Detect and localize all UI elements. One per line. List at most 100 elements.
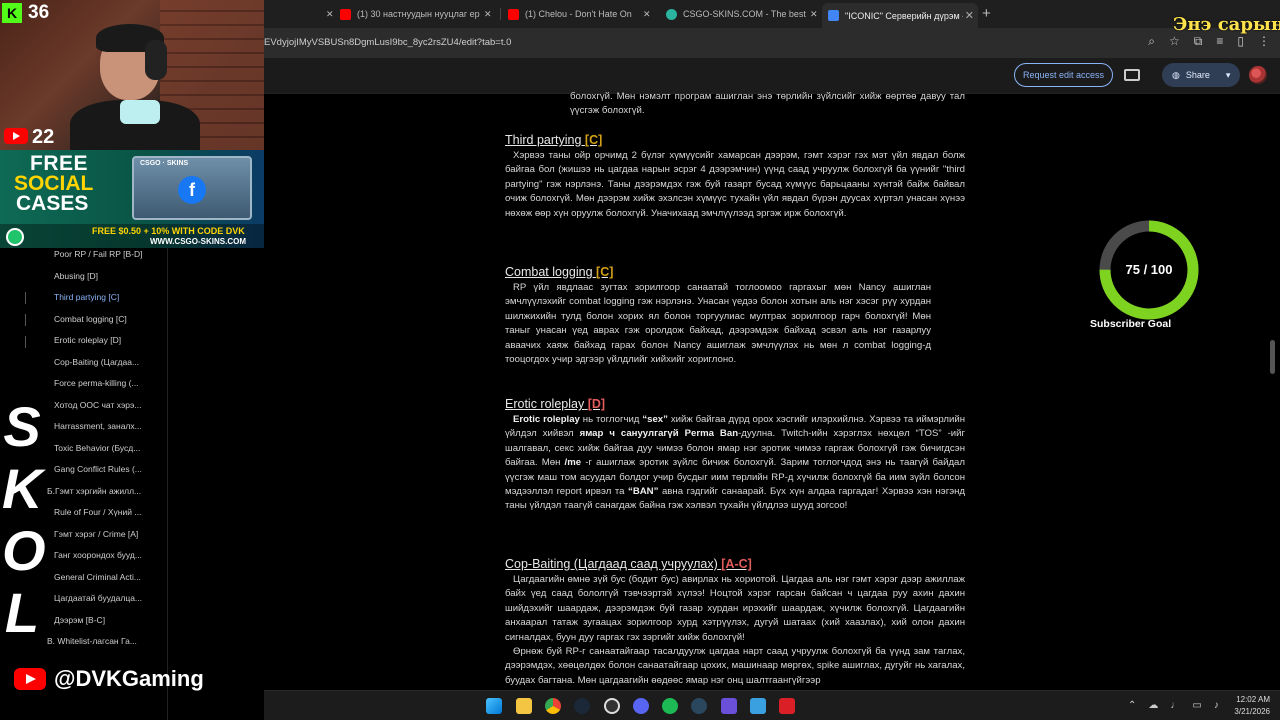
scrollbar-thumb[interactable] bbox=[1270, 340, 1275, 374]
network-icon[interactable]: ▭ bbox=[1192, 700, 1201, 711]
section-combat-logging: Combat logging [C] RP үйл явдлаас зугтах… bbox=[505, 265, 965, 367]
outline-item[interactable]: B. Whitelist-лагсан Га... bbox=[47, 636, 137, 646]
outline-item[interactable]: Erotic roleplay [D] bbox=[54, 335, 121, 345]
split-view-icon[interactable]: ▯ bbox=[1237, 34, 1244, 49]
app-grid-icon[interactable] bbox=[721, 698, 737, 714]
file-explorer-icon[interactable] bbox=[516, 698, 532, 714]
globe-icon: ◍ bbox=[1172, 69, 1180, 80]
outline-item[interactable]: Ганг хоорондох бууд... bbox=[54, 550, 142, 560]
outline-item[interactable]: General Criminal Acti... bbox=[54, 572, 141, 582]
share-button[interactable]: ◍ Share ▾ bbox=[1162, 63, 1240, 87]
youtube-icon bbox=[14, 668, 46, 690]
screen: (1) 30 настнуудын нууцлаг ер (1) Chelou … bbox=[0, 0, 1280, 720]
close-tab-icon[interactable]: ✕ bbox=[326, 4, 338, 24]
chevron-down-icon: ▾ bbox=[1225, 69, 1231, 80]
outline-item[interactable]: Цагдаатай буудалца... bbox=[54, 593, 142, 603]
chevron-up-icon[interactable]: ⌃ bbox=[1128, 700, 1136, 711]
request-edit-access-button[interactable]: Request edit access bbox=[1014, 63, 1114, 87]
paragraph: Erotic roleplay нь тоглогчид “sex” хийж … bbox=[505, 413, 965, 514]
bookmark-star-icon[interactable]: ☆ bbox=[1169, 34, 1180, 49]
close-tab-icon[interactable]: ✕ bbox=[484, 4, 496, 24]
outline-item[interactable]: Combat logging [C] bbox=[54, 314, 127, 324]
volume-icon[interactable]: ♪ bbox=[1214, 700, 1219, 711]
youtube-icon bbox=[340, 8, 351, 20]
clock-date: 3/21/2026 bbox=[1234, 707, 1270, 716]
heading-text: Combat logging bbox=[505, 265, 593, 279]
google-docs-icon bbox=[828, 10, 839, 21]
kick-viewer-count: 36 bbox=[28, 2, 50, 23]
zoom-icon[interactable]: ⌕ bbox=[1148, 34, 1155, 49]
heading-text: Erotic roleplay bbox=[505, 397, 585, 411]
spotify-icon[interactable] bbox=[662, 698, 678, 714]
handle-text: @DVKGaming bbox=[54, 666, 204, 691]
bold-text: /me bbox=[564, 457, 582, 469]
heading-text: Third partying bbox=[505, 133, 582, 147]
outline-item[interactable]: Toxic Behavior (Бусд... bbox=[54, 443, 140, 453]
logo-letter: L bbox=[4, 581, 40, 644]
tab-csgo-skins[interactable]: CSGO-SKINS.COM - The best C bbox=[666, 4, 808, 24]
clock[interactable]: 12:02 AM 3/21/2026 bbox=[1234, 694, 1270, 718]
new-tab-button[interactable]: + bbox=[982, 5, 991, 22]
extensions-icon[interactable]: ⧉ bbox=[1194, 34, 1203, 49]
reading-list-icon[interactable]: ≡ bbox=[1216, 34, 1223, 49]
outline-item[interactable]: Harrassment, заналх... bbox=[54, 421, 142, 431]
bold-text: “BAN” bbox=[628, 486, 659, 498]
system-tray: ⌃ ☁ ♩ ▭ ♪ bbox=[1128, 700, 1219, 711]
outline-item[interactable]: Force perma-killing (... bbox=[54, 378, 139, 388]
close-tab-icon[interactable]: ✕ bbox=[810, 4, 822, 24]
notepad-icon[interactable] bbox=[750, 698, 766, 714]
meet-icon[interactable] bbox=[1124, 69, 1140, 81]
case-box-image: CSGO · SKINS f bbox=[132, 156, 252, 220]
outline-item[interactable]: Poor RP / Fail RP [B-D] bbox=[54, 249, 143, 259]
section-third-partying: Third partying [C] Хэрвээ таны ойр орчим… bbox=[505, 133, 965, 221]
section-heading: Erotic roleplay [D] bbox=[505, 397, 965, 411]
text-run: нь тоглогчид bbox=[579, 414, 643, 425]
paragraph: RP үйл явдлаас зугтах зорилгоор санаатай… bbox=[505, 282, 931, 366]
tab-title: CSGO-SKINS.COM - The best C bbox=[683, 9, 808, 19]
bold-text: ямар ч сануулгагүй Perma Ban bbox=[579, 428, 739, 440]
outline-item[interactable]: Cop-Baiting (Цагдаа... bbox=[54, 357, 139, 367]
windows-start-icon[interactable] bbox=[486, 698, 502, 714]
close-tab-icon[interactable]: ✕ bbox=[643, 4, 655, 24]
kick-icon: K bbox=[2, 3, 22, 23]
steam-icon[interactable] bbox=[574, 698, 590, 714]
outline-item[interactable]: Abusing [D] bbox=[54, 271, 98, 281]
adobe-icon[interactable] bbox=[779, 698, 795, 714]
outline-item[interactable]: Б.Гэмт хэргийн ажилл... bbox=[47, 486, 141, 496]
url-field[interactable]: EVdyjojIMyVSBUSn8DgmLusI9bc_8yc2rsZU4/ed… bbox=[264, 37, 511, 48]
csgo-skins-icon bbox=[666, 8, 677, 20]
tab-separator bbox=[500, 8, 501, 20]
severity-tag: [C] bbox=[596, 265, 614, 279]
outline-item[interactable]: Дээрэм [B-C] bbox=[54, 615, 105, 625]
section-erotic-roleplay: Erotic roleplay [D] Erotic roleplay нь т… bbox=[505, 397, 965, 514]
avatar[interactable] bbox=[1249, 66, 1267, 84]
outline-level-marker bbox=[25, 292, 26, 304]
outline-item[interactable]: Хотод OOC чат хэрэ... bbox=[54, 400, 141, 410]
toolbar-icons: ⌕ ☆ ⧉ ≡ ▯ ⋮ bbox=[1148, 34, 1270, 49]
tab-youtube-2[interactable]: (1) Chelou - Don't Hate On Me bbox=[508, 4, 634, 24]
chrome-icon[interactable] bbox=[545, 698, 561, 714]
channel-handle: @DVKGaming bbox=[0, 662, 204, 696]
clock-time: 12:02 AM bbox=[1236, 695, 1270, 704]
promo-code-text: FREE $0.50 + 10% WITH CODE DVK bbox=[92, 226, 245, 236]
goal-label: Subscriber Goal bbox=[1090, 318, 1172, 330]
outline-item[interactable]: Гэмт хэрэг / Crime [A] bbox=[54, 529, 138, 539]
tab-title: "ICONIC" Серверийн дүрэм - G bbox=[845, 10, 963, 21]
microphone-icon[interactable]: ♩ bbox=[1170, 700, 1180, 711]
severity-tag: [A-C] bbox=[721, 557, 752, 571]
cloud-icon[interactable]: ☁ bbox=[1148, 700, 1158, 711]
heading-text: Cop-Baiting (Цагдаад саад учруулах) bbox=[505, 557, 718, 571]
section-heading: Third partying [C] bbox=[505, 133, 965, 147]
outline-item[interactable]: Gang Conflict Rules (... bbox=[54, 464, 142, 474]
youtube-icon bbox=[4, 128, 28, 144]
tab-google-doc[interactable]: "ICONIC" Серверийн дүрэм - G ✕ bbox=[822, 3, 978, 28]
outline-item[interactable]: Third partying [C] bbox=[54, 292, 119, 302]
close-tab-icon[interactable]: ✕ bbox=[965, 9, 974, 22]
obs-icon[interactable] bbox=[604, 698, 620, 714]
logo-letter: K bbox=[2, 457, 43, 520]
tab-youtube-1[interactable]: (1) 30 настнуудын нууцлаг ер bbox=[340, 4, 498, 24]
outline-item[interactable]: Rule of Four / Хүний ... bbox=[54, 507, 141, 517]
menu-icon[interactable]: ⋮ bbox=[1258, 34, 1270, 49]
discord-icon[interactable] bbox=[633, 698, 649, 714]
steam-icon[interactable] bbox=[691, 698, 707, 714]
